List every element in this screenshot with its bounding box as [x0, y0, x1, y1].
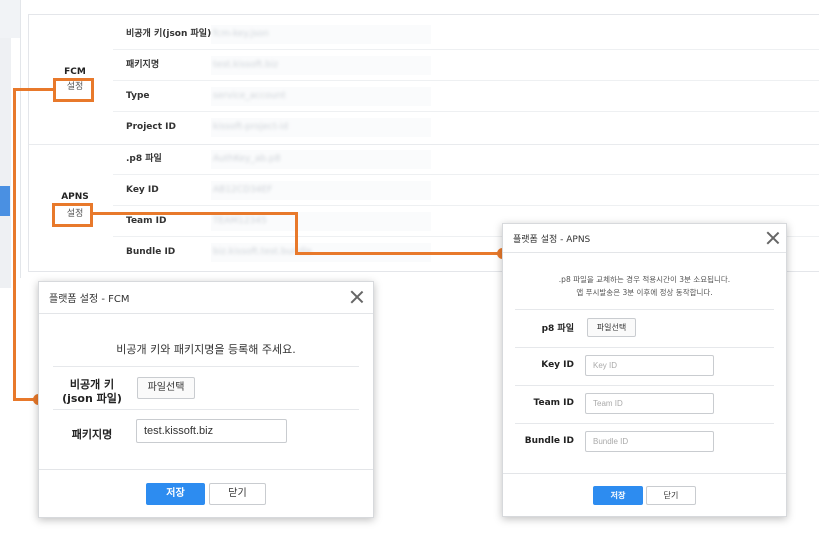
- apns-connector: [93, 212, 298, 215]
- fcm-callout-box: [53, 78, 94, 102]
- fcm-connector: [13, 88, 54, 91]
- row-value: test.kissoft.biz: [213, 60, 279, 70]
- fcm-row-private-key: 비공개 키(json 파일) fcm-key.json: [113, 19, 819, 50]
- row-key: Project ID: [126, 122, 176, 132]
- apns-row-key-id: Key ID AB12CD34EF: [113, 175, 819, 206]
- row-key: Team ID: [126, 216, 167, 226]
- private-key-sublabel: (json 파일): [62, 392, 122, 405]
- row-key: .p8 파일: [126, 154, 162, 164]
- fcm-row-type: Type service_account: [113, 81, 819, 112]
- apns-row-p8: .p8 파일 AuthKey_ab.p8: [113, 144, 819, 175]
- close-button[interactable]: 닫기: [209, 483, 266, 505]
- modal-instruction: 비공개 키와 패키지명을 등록해 주세요.: [116, 343, 296, 356]
- sidebar-divider: [20, 0, 21, 278]
- fcm-row-package: 패키지명 test.kissoft.biz: [113, 50, 819, 81]
- row-key: 비공개 키(json 파일): [126, 29, 212, 39]
- fcm-label: FCM: [64, 67, 86, 77]
- apns-callout-box: [52, 203, 93, 227]
- apns-connector: [295, 212, 298, 255]
- save-button[interactable]: 저장: [593, 486, 643, 505]
- row-value: service_account: [213, 91, 286, 101]
- apns-label: APNS: [61, 192, 89, 202]
- save-button[interactable]: 저장: [146, 483, 205, 505]
- sidebar-active-indicator: [0, 186, 10, 216]
- file-select-button[interactable]: 파일선택: [587, 318, 636, 337]
- row-key: Type: [126, 91, 150, 101]
- sidebar: [0, 38, 11, 288]
- bundle-id-input[interactable]: [585, 431, 714, 452]
- close-button[interactable]: 닫기: [646, 486, 696, 505]
- package-input[interactable]: [136, 419, 287, 443]
- apns-connector: [295, 252, 502, 255]
- row-value: AB12CD34EF: [213, 185, 273, 195]
- package-label: 패키지명: [71, 428, 113, 441]
- fcm-row-project-id: Project ID kissoft-project-id: [113, 112, 819, 143]
- modal-title: 플랫폼 설정 - APNS: [513, 235, 591, 245]
- row-value: kissoft-project-id: [213, 122, 289, 132]
- notice-line-2: 앱 푸시발송은 3분 이후에 정상 동작합니다.: [576, 288, 713, 297]
- p8-label: p8 파일: [541, 324, 574, 334]
- fcm-modal: 플랫폼 설정 - FCM 비공개 키와 패키지명을 등록해 주세요. 비공개 키…: [38, 281, 374, 518]
- apns-modal: 플랫폼 설정 - APNS .p8 파일을 교체하는 경우 적용시간이 3분 소…: [502, 223, 787, 517]
- key-id-label: Key ID: [541, 360, 574, 370]
- bundle-id-label: Bundle ID: [524, 436, 574, 446]
- team-id-label: Team ID: [533, 398, 574, 408]
- notice-line-1: .p8 파일을 교체하는 경우 적용시간이 3분 소요됩니다.: [558, 275, 731, 284]
- close-icon[interactable]: [350, 290, 364, 304]
- row-key: Bundle ID: [126, 247, 176, 257]
- row-key: 패키지명: [126, 60, 160, 70]
- team-id-input[interactable]: [585, 393, 714, 414]
- modal-title: 플랫폼 설정 - FCM: [49, 294, 130, 305]
- row-value: TEAM12345: [213, 216, 267, 226]
- row-key: Key ID: [126, 185, 159, 195]
- row-value: fcm-key.json: [213, 29, 269, 39]
- key-id-input[interactable]: [585, 355, 714, 376]
- close-icon[interactable]: [766, 231, 780, 245]
- row-value: AuthKey_ab.p8: [213, 154, 281, 164]
- fcm-connector: [13, 88, 16, 401]
- file-select-button[interactable]: 파일선택: [137, 377, 195, 399]
- sidebar-top: [0, 0, 20, 38]
